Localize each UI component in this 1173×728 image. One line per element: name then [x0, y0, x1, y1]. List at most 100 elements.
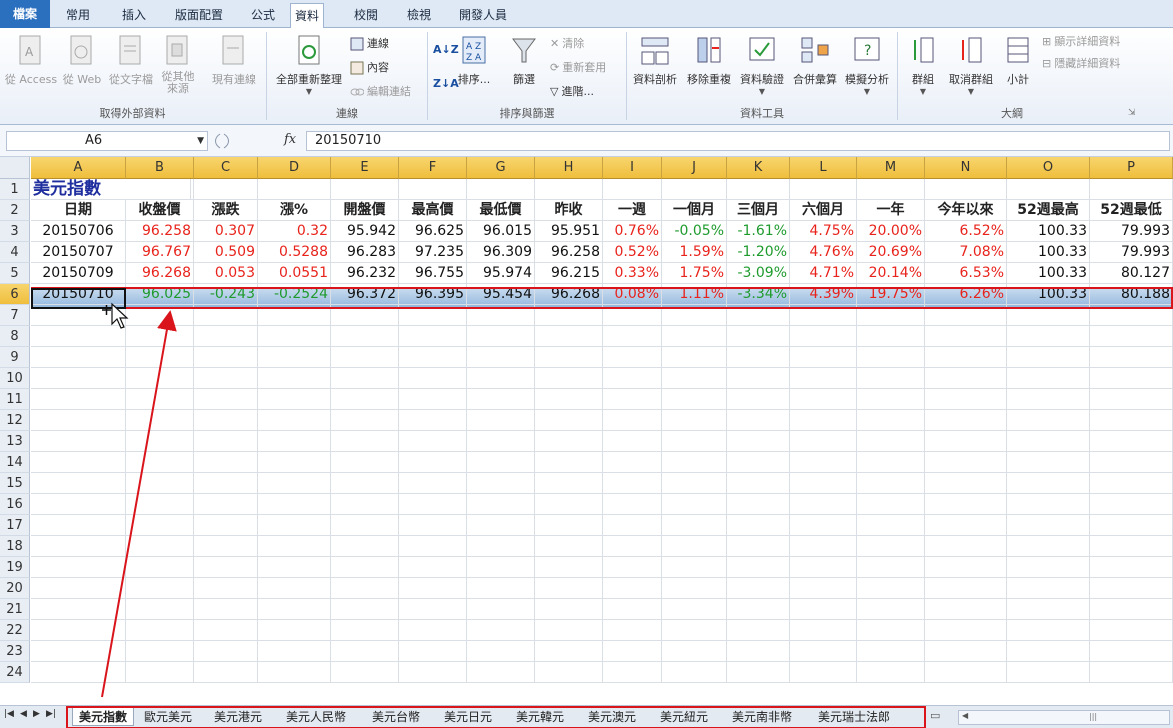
grid-cell[interactable]	[399, 557, 467, 578]
tab-file[interactable]: 檔案	[0, 0, 50, 28]
grid-cell[interactable]	[857, 620, 925, 641]
grid-cell[interactable]	[467, 515, 535, 536]
refresh-all-button[interactable]: 全部重新整理 ▼	[272, 34, 346, 96]
data-cell[interactable]: 4.71%	[790, 263, 857, 284]
grid-cell[interactable]	[126, 452, 194, 473]
data-cell[interactable]: 97.235	[399, 242, 467, 263]
data-cell[interactable]: 4.75%	[790, 221, 857, 242]
grid-cell[interactable]	[126, 326, 194, 347]
data-cell[interactable]: 0.33%	[603, 263, 662, 284]
column-label-cell[interactable]: 收盤價	[126, 200, 194, 221]
grid-cell[interactable]	[535, 494, 603, 515]
grid-cell[interactable]	[194, 473, 258, 494]
grid-cell[interactable]	[603, 431, 662, 452]
row-header[interactable]: 15	[0, 473, 30, 494]
formula-input[interactable]: 20150710	[306, 131, 1170, 151]
row-header[interactable]: 9	[0, 347, 30, 368]
grid-cell[interactable]	[1007, 515, 1090, 536]
hide-detail-button[interactable]: ⊟ 隱藏詳細資料	[1042, 54, 1120, 74]
grid-cell[interactable]	[194, 515, 258, 536]
grid-cell[interactable]	[331, 557, 399, 578]
grid-cell[interactable]	[857, 347, 925, 368]
tab-insert[interactable]: 插入	[118, 3, 150, 27]
column-label-cell[interactable]: 52週最低	[1090, 200, 1173, 221]
row-header[interactable]: 2	[0, 200, 30, 221]
data-validation-button[interactable]: 資料驗證 ▼	[736, 34, 788, 96]
grid-cell[interactable]	[258, 368, 331, 389]
grid-cell[interactable]	[727, 578, 790, 599]
grid-cell[interactable]	[399, 179, 467, 200]
grid-cell[interactable]	[727, 494, 790, 515]
column-label-cell[interactable]: 開盤價	[331, 200, 399, 221]
sort-ascending-button[interactable]: A↓Z	[433, 40, 459, 60]
column-header[interactable]: D	[258, 157, 331, 179]
grid-cell[interactable]	[467, 641, 535, 662]
row-header[interactable]: 24	[0, 662, 30, 683]
grid-cell[interactable]	[31, 599, 126, 620]
insert-sheet-icon[interactable]: ▭	[930, 709, 940, 722]
grid-cell[interactable]	[1090, 557, 1173, 578]
grid-cell[interactable]	[790, 641, 857, 662]
grid-cell[interactable]	[727, 452, 790, 473]
data-cell[interactable]: 96.625	[399, 221, 467, 242]
grid-cell[interactable]	[1007, 368, 1090, 389]
grid-cell[interactable]	[467, 662, 535, 683]
column-label-cell[interactable]: 今年以來	[925, 200, 1007, 221]
existing-connections-button[interactable]: 現有連線	[205, 34, 263, 87]
row-header[interactable]: 1	[0, 179, 30, 200]
grid-cell[interactable]	[1090, 620, 1173, 641]
grid-cell[interactable]	[31, 641, 126, 662]
grid-cell[interactable]	[662, 179, 727, 200]
grid-cell[interactable]	[603, 641, 662, 662]
grid-cell[interactable]	[467, 599, 535, 620]
grid-cell[interactable]	[331, 662, 399, 683]
column-label-cell[interactable]: 日期	[31, 200, 126, 221]
grid-cell[interactable]	[857, 389, 925, 410]
grid-cell[interactable]	[258, 452, 331, 473]
grid-cell[interactable]	[31, 536, 126, 557]
grid-cell[interactable]	[194, 410, 258, 431]
data-cell[interactable]: 96.015	[467, 221, 535, 242]
grid-cell[interactable]	[603, 452, 662, 473]
grid-cell[interactable]	[194, 431, 258, 452]
insert-function-icon[interactable]: fx	[284, 132, 296, 147]
grid-cell[interactable]	[535, 389, 603, 410]
grid-cell[interactable]	[399, 326, 467, 347]
clear-filter-button[interactable]: ✕ 清除	[550, 34, 584, 54]
grid-cell[interactable]	[467, 389, 535, 410]
grid-cell[interactable]	[399, 620, 467, 641]
grid-cell[interactable]	[662, 347, 727, 368]
sort-button[interactable]: A ZZ A 排序...	[456, 34, 492, 87]
grid-cell[interactable]	[126, 347, 194, 368]
grid-cell[interactable]	[925, 410, 1007, 431]
scroll-left-icon[interactable]: ◀	[962, 711, 968, 720]
grid-cell[interactable]	[467, 431, 535, 452]
column-header[interactable]: N	[925, 157, 1007, 179]
grid-cell[interactable]	[535, 662, 603, 683]
grid-cell[interactable]	[662, 473, 727, 494]
grid-cell[interactable]	[31, 578, 126, 599]
grid-cell[interactable]	[399, 389, 467, 410]
grid-cell[interactable]	[399, 431, 467, 452]
row-header[interactable]: 8	[0, 326, 30, 347]
row-header[interactable]: 7	[0, 305, 30, 326]
grid-cell[interactable]	[603, 620, 662, 641]
row-header[interactable]: 4	[0, 242, 30, 263]
grid-cell[interactable]	[258, 641, 331, 662]
grid-cell[interactable]	[662, 452, 727, 473]
grid-cell[interactable]	[258, 599, 331, 620]
grid-cell[interactable]	[331, 494, 399, 515]
data-cell[interactable]: 100.33	[1007, 263, 1090, 284]
properties-button[interactable]: 內容	[350, 58, 389, 78]
grid-cell[interactable]	[1007, 452, 1090, 473]
grid-cell[interactable]	[790, 515, 857, 536]
tab-data[interactable]: 資料	[290, 3, 325, 29]
column-label-cell[interactable]: 最低價	[467, 200, 535, 221]
grid-cell[interactable]	[603, 515, 662, 536]
grid-cell[interactable]	[258, 536, 331, 557]
grid-cell[interactable]	[925, 536, 1007, 557]
grid-cell[interactable]	[467, 473, 535, 494]
grid-cell[interactable]	[925, 431, 1007, 452]
grid-cell[interactable]	[603, 473, 662, 494]
grid-cell[interactable]	[790, 431, 857, 452]
